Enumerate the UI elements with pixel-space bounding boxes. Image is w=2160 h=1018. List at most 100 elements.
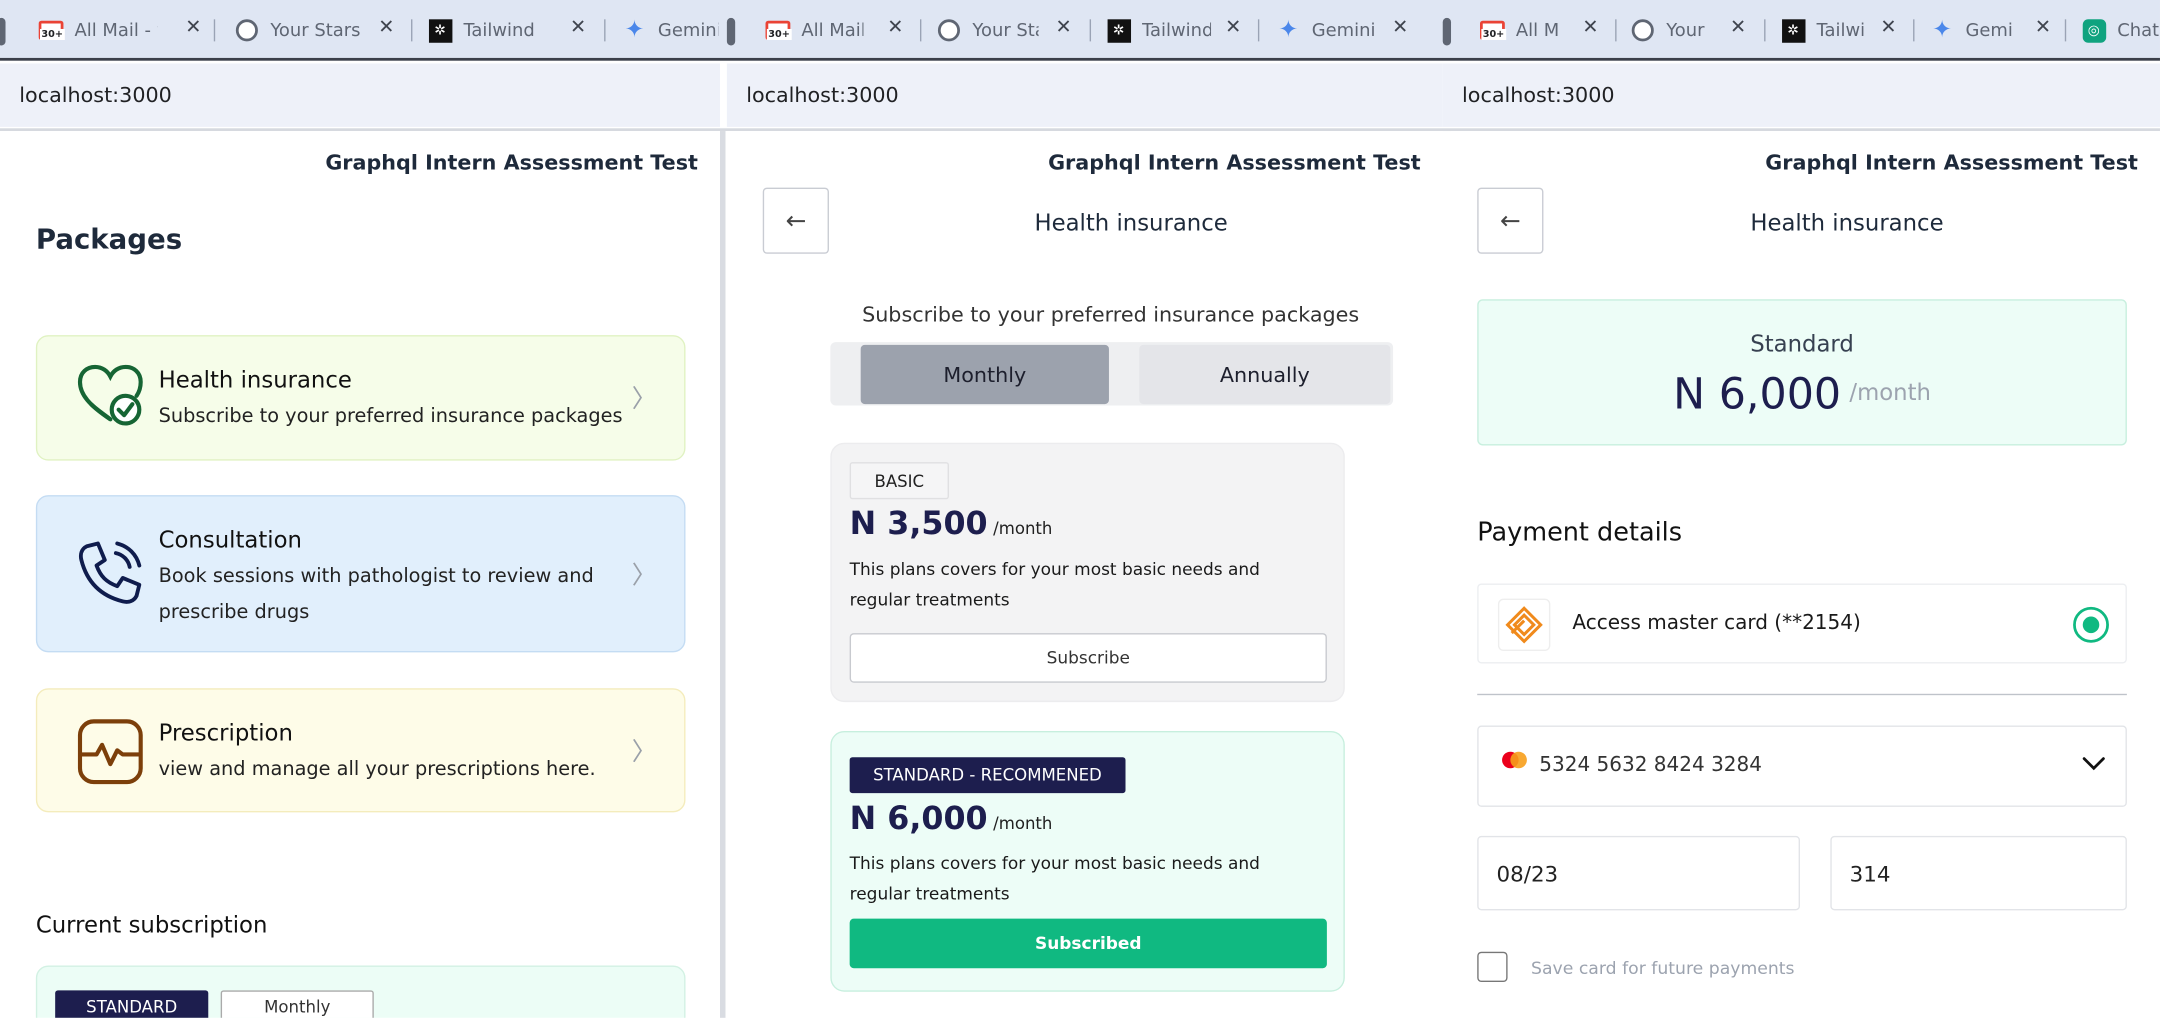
address-bar[interactable]: localhost:3000 — [0, 63, 720, 127]
page-title: Health insurance — [1034, 209, 1228, 236]
browser-tab[interactable]: ✦ Gemi ✕ — [1930, 12, 2051, 48]
plan-card-standard: STANDARD - RECOMMENED N 6,000/month This… — [830, 731, 1345, 992]
divider — [1477, 693, 2127, 696]
payment-details-heading: Payment details — [1477, 518, 1683, 548]
plan-price: N 6,000/month — [1673, 369, 1931, 420]
close-tab-icon[interactable]: ✕ — [570, 17, 586, 39]
close-tab-icon[interactable]: ✕ — [1880, 17, 1896, 39]
close-tab-icon[interactable]: ✕ — [887, 17, 903, 39]
back-button[interactable]: ← — [762, 187, 829, 254]
close-tab-icon[interactable]: ✕ — [1392, 17, 1408, 39]
monthly-toggle-button[interactable]: Monthly — [860, 344, 1109, 405]
package-card-health-insurance[interactable]: Health insurance Subscribe to your prefe… — [35, 335, 686, 461]
gemini-icon: ✦ — [1278, 16, 1299, 45]
browser-tab[interactable]: ◎ Chat — [2081, 12, 2160, 48]
browser-tab[interactable]: 30+ All M ✕ — [1479, 12, 1599, 48]
plan-tag: STANDARD - RECOMMENED — [849, 757, 1126, 794]
tab-group-edge — [0, 17, 6, 46]
chevron-right-icon: 〉 — [631, 384, 657, 414]
packages-page: Graphql Intern Assessment Test Packages … — [0, 131, 720, 1018]
phone-call-icon — [78, 541, 142, 604]
payment-page: Graphql Intern Assessment Test ← Health … — [1451, 131, 2160, 1018]
package-card-consultation[interactable]: Consultation Book sessions with patholog… — [35, 495, 686, 653]
browser-tab[interactable]: ✦ Gemini — [622, 12, 719, 48]
card-title: Health insurance — [158, 366, 352, 394]
browser-tab[interactable]: ✲ Tailwind CS ✕ — [428, 12, 586, 48]
tab-group-edge — [1442, 17, 1452, 46]
tailwind-icon: ✲ — [1106, 18, 1131, 43]
plan-description: This plans covers for your most basic ne… — [849, 853, 1260, 904]
site-header: Graphql Intern Assessment Test — [1048, 150, 1421, 176]
page-title: Packages — [35, 222, 183, 256]
gemini-icon: ✦ — [624, 16, 645, 45]
subscribed-button[interactable]: Subscribed — [849, 918, 1327, 969]
gemini-icon: ✦ — [1932, 16, 1952, 45]
account-label: Access master card (**2154) — [1572, 612, 1861, 635]
close-tab-icon[interactable]: ✕ — [1225, 17, 1241, 39]
gmail-icon: 30+ — [765, 18, 792, 43]
chevron-right-icon: 〉 — [631, 561, 657, 591]
arrow-left-icon: ← — [1499, 206, 1521, 236]
save-card-checkbox[interactable] — [1477, 951, 1508, 983]
browser-tab[interactable]: ✲ Tailwind ✕ — [1106, 12, 1241, 48]
browser-tab[interactable]: Your Sta ✕ — [937, 12, 1072, 48]
plan-price: N 6,000/month — [849, 801, 1053, 838]
github-icon — [1630, 18, 1655, 43]
period-badge: Monthly — [220, 990, 374, 1018]
annually-toggle-button[interactable]: Annually — [1139, 344, 1391, 405]
chevron-right-icon: 〉 — [631, 737, 657, 767]
card-description: Subscribe to your preferred insurance pa… — [158, 405, 623, 428]
address-bar[interactable]: localhost:3000 — [726, 63, 1443, 127]
card-description: view and manage all your prescriptions h… — [158, 758, 596, 781]
tailwind-icon: ✲ — [1781, 18, 1806, 43]
chatgpt-icon: ◎ — [2081, 18, 2106, 43]
close-tab-icon[interactable]: ✕ — [185, 17, 201, 39]
plan-name: Standard — [1750, 331, 1854, 358]
heart-check-icon — [77, 364, 143, 426]
plan-tag: BASIC — [849, 462, 949, 500]
back-button[interactable]: ← — [1477, 187, 1544, 254]
tab-group-edge — [726, 17, 736, 46]
cvv-field[interactable]: 314 — [1830, 835, 2127, 911]
chevron-down-icon — [2082, 757, 2105, 771]
plans-page: Graphql Intern Assessment Test ← Health … — [725, 131, 1443, 1018]
payment-method-radio[interactable] — [2073, 606, 2109, 643]
github-icon — [234, 18, 259, 43]
close-tab-icon[interactable]: ✕ — [378, 17, 394, 39]
page-title: Health insurance — [1750, 209, 1944, 236]
payment-method-option[interactable]: Access master card (**2154) — [1477, 583, 2127, 664]
billing-period-toggle: Monthly Annually — [830, 342, 1394, 406]
site-header: Graphql Intern Assessment Test — [1765, 150, 2138, 176]
browser-tab[interactable]: 30+ All Mail - tu ✕ — [38, 12, 201, 48]
expiry-field[interactable]: 08/23 — [1477, 835, 1800, 911]
mastercard-icon — [1502, 751, 1527, 769]
save-card-label: Save card for future payments — [1531, 957, 1795, 978]
close-tab-icon[interactable]: ✕ — [2035, 17, 2051, 39]
access-bank-logo — [1497, 598, 1551, 652]
plan-card-basic: BASIC N 3,500/month This plans covers fo… — [830, 442, 1345, 703]
browser-tab[interactable]: Your ✕ — [1630, 12, 1746, 48]
heartbeat-monitor-icon — [77, 719, 143, 785]
address-bar[interactable]: localhost:3000 — [1442, 63, 2160, 127]
browser-tab[interactable]: ✦ Gemini ✕ — [1276, 12, 1408, 48]
github-icon — [937, 18, 962, 43]
close-tab-icon[interactable]: ✕ — [1582, 17, 1598, 39]
close-tab-icon[interactable]: ✕ — [1730, 17, 1746, 39]
tailwind-icon: ✲ — [428, 18, 453, 43]
browser-tab[interactable]: 30+ All Mail ✕ — [765, 12, 903, 48]
card-number: 5324 5632 8424 3284 — [1539, 754, 1762, 777]
current-subscription-card[interactable]: STANDARD Monthly — [35, 965, 686, 1018]
plan-price: N 3,500/month — [849, 506, 1053, 543]
close-tab-icon[interactable]: ✕ — [1056, 17, 1072, 39]
browser-tab-strip: 30+ All Mail - tu ✕ Your Stars ✕ ✲ Tailw… — [0, 0, 2160, 61]
subscribe-button[interactable]: Subscribe — [849, 633, 1327, 683]
browser-tab[interactable]: Your Stars ✕ — [234, 12, 394, 48]
browser-tab[interactable]: ✲ Tailwi ✕ — [1781, 12, 1897, 48]
gmail-icon: 30+ — [38, 18, 65, 43]
gmail-icon: 30+ — [1479, 18, 1506, 43]
current-subscription-label: Current subscription — [35, 911, 268, 938]
card-title: Consultation — [158, 526, 302, 554]
package-card-prescription[interactable]: Prescription view and manage all your pr… — [35, 688, 686, 813]
arrow-left-icon: ← — [785, 206, 807, 236]
card-select[interactable]: 5324 5632 8424 3284 — [1477, 725, 2127, 807]
